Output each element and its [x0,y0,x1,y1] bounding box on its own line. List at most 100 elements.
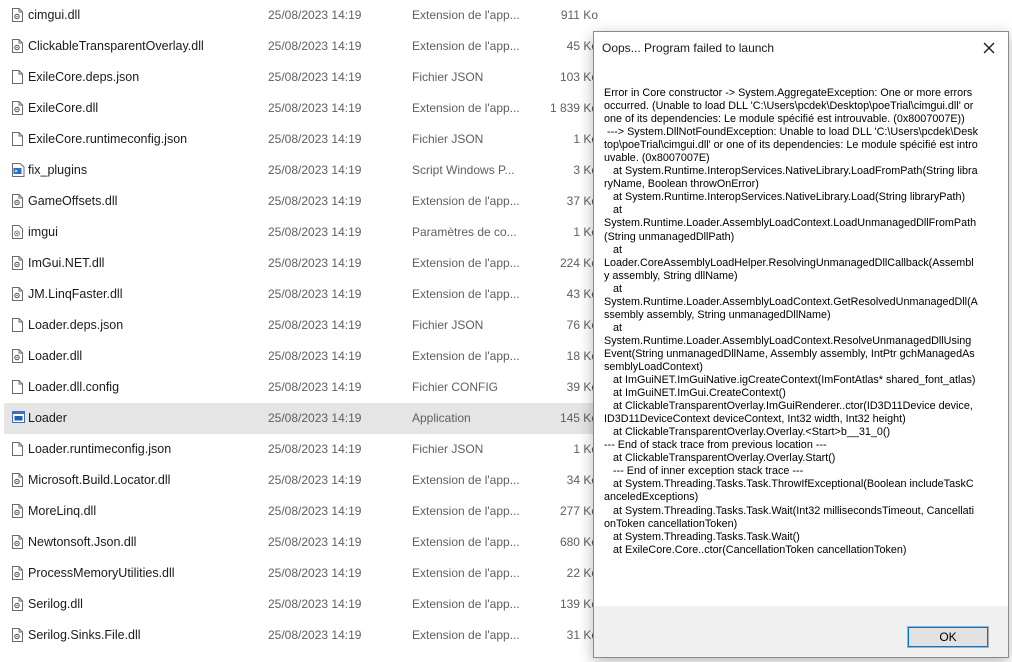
file-row[interactable]: JM.LinqFaster.dll 25/08/2023 14:19 Extensi… [4,279,600,310]
file-row[interactable]: ExileCore.runtimeconfig.json 25/08/2023 1… [4,124,600,155]
file-name: Serilog.Sinks.File.dll [28,628,141,642]
file-date: 25/08/2023 14:19 [268,132,362,146]
dialog-body: Error in Core constructor -> System.Aggr… [594,64,1008,606]
file-size: 139 Ko [559,597,598,611]
file-date: 25/08/2023 14:19 [268,566,362,580]
file-name: imgui [28,225,58,239]
file-name: Newtonsoft.Json.dll [28,535,137,549]
file-size: 22 Ko [566,566,598,580]
script-icon [12,163,25,177]
file-name: ExileCore.runtimeconfig.json [28,132,188,146]
file-type: Script Windows P... [412,163,515,177]
file-name: ProcessMemoryUtilities.dll [28,566,175,580]
file-name: Loader [28,411,67,425]
file-row[interactable]: Serilog.Sinks.File.dll 25/08/2023 14:19 Ex… [4,620,600,651]
close-icon[interactable] [976,35,1002,61]
file-row[interactable]: fix_plugins 25/08/2023 14:19 Script Window… [4,155,600,186]
file-row[interactable]: Microsoft.Build.Locator.dll 25/08/2023 14… [4,465,600,496]
file-type: Application [412,411,471,425]
file-size: 18 Ko [566,349,598,363]
ok-button[interactable]: OK [907,626,989,648]
file-name: Loader.dll [28,349,83,363]
dialog-footer: OK [594,606,1008,657]
file-date: 25/08/2023 14:19 [268,101,362,115]
file-name: MoreLinq.dll [28,504,97,518]
file-row[interactable]: cimgui.dll 25/08/2023 14:19 Extension de l… [4,0,600,31]
file-type: Extension de l'app... [412,287,520,301]
file-row[interactable]: Loader.runtimeconfig.json 25/08/2023 14:1… [4,434,600,465]
file-icon [12,70,23,84]
file-date: 25/08/2023 14:19 [268,39,362,53]
file-date: 25/08/2023 14:19 [268,504,362,518]
dll-icon [12,628,23,642]
file-type: Fichier JSON [412,442,484,456]
file-name: cimgui.dll [28,8,81,22]
file-date: 25/08/2023 14:19 [268,349,362,363]
dll-icon [12,473,23,487]
application-icon [12,411,25,425]
file-icon [12,442,23,456]
file-row[interactable]: ProcessMemoryUtilities.dll 25/08/2023 14:… [4,558,600,589]
file-row[interactable]: Loader.dll 25/08/2023 14:19 Extension de l… [4,341,600,372]
file-type: Fichier JSON [412,318,484,332]
file-size: 1 Ko [573,225,598,239]
file-type: Extension de l'app... [412,473,520,487]
dll-icon [12,194,23,208]
file-type: Extension de l'app... [412,597,520,611]
dll-icon [12,349,23,363]
dll-icon [12,535,23,549]
file-size: 45 Ko [566,39,598,53]
file-type: Extension de l'app... [412,349,520,363]
dialog-title: Oops... Program failed to launch [602,41,775,55]
file-size: 1 Ko [573,442,598,456]
file-date: 25/08/2023 14:19 [268,628,362,642]
file-row[interactable]: Serilog.dll 25/08/2023 14:19 Extension de … [4,589,600,620]
file-row[interactable]: Newtonsoft.Json.dll 25/08/2023 14:19 Exten… [4,527,600,558]
file-icon [12,132,23,146]
file-size: 31 Ko [566,628,598,642]
file-name: ImGui.NET.dll [28,256,105,270]
file-name: ClickableTransparentOverlay.dll [28,39,204,53]
file-name: ExileCore.dll [28,101,99,115]
dll-icon [12,101,23,115]
file-date: 25/08/2023 14:19 [268,8,362,22]
file-date: 25/08/2023 14:19 [268,380,362,394]
file-row[interactable]: ClickableTransparentOverlay.dll 25/08/202… [4,31,600,62]
file-type: Extension de l'app... [412,101,520,115]
file-row[interactable]: Loader.dll.config 25/08/2023 14:19 Fichier… [4,372,600,403]
file-name: Serilog.dll [28,597,83,611]
file-type: Extension de l'app... [412,39,520,53]
dll-icon [12,597,23,611]
file-size: 911 Ko [560,8,598,22]
dll-icon [12,39,23,53]
file-row[interactable]: MoreLinq.dll 25/08/2023 14:19 Extension de… [4,496,600,527]
file-type: Fichier JSON [412,70,484,84]
dialog-titlebar[interactable]: Oops... Program failed to launch [594,32,1008,64]
file-date: 25/08/2023 14:19 [268,163,362,177]
file-size: 76 Ko [566,318,598,332]
file-icon [12,318,23,332]
file-icon [12,380,23,394]
file-date: 25/08/2023 14:19 [268,535,362,549]
file-size: 277 Ko [559,504,598,518]
dll-icon [12,8,23,22]
dll-icon [12,504,23,518]
file-row[interactable]: GameOffsets.dll 25/08/2023 14:19 Extension… [4,186,600,217]
file-type: Extension de l'app... [412,628,520,642]
file-row[interactable]: ImGui.NET.dll 25/08/2023 14:19 Extension d… [4,248,600,279]
file-row[interactable]: imgui 25/08/2023 14:19 Paramètres de co...… [4,217,600,248]
file-row[interactable]: ExileCore.dll 25/08/2023 14:19 Extension d… [4,93,600,124]
file-size: 39 Ko [566,380,598,394]
file-size: 37 Ko [566,194,598,208]
file-row[interactable]: ExileCore.deps.json 25/08/2023 14:19 Fichi… [4,62,600,93]
file-row[interactable]: Loader 25/08/2023 14:19 Application 145 Ko [4,403,600,434]
file-type: Extension de l'app... [412,566,520,580]
file-date: 25/08/2023 14:19 [268,194,362,208]
dll-icon [12,256,23,270]
file-date: 25/08/2023 14:19 [268,287,362,301]
file-size: 680 Ko [559,535,598,549]
file-size: 103 Ko [559,70,598,84]
settings-file-icon [12,225,23,239]
file-row[interactable]: Loader.deps.json 25/08/2023 14:19 Fichier … [4,310,600,341]
dll-icon [12,287,23,301]
